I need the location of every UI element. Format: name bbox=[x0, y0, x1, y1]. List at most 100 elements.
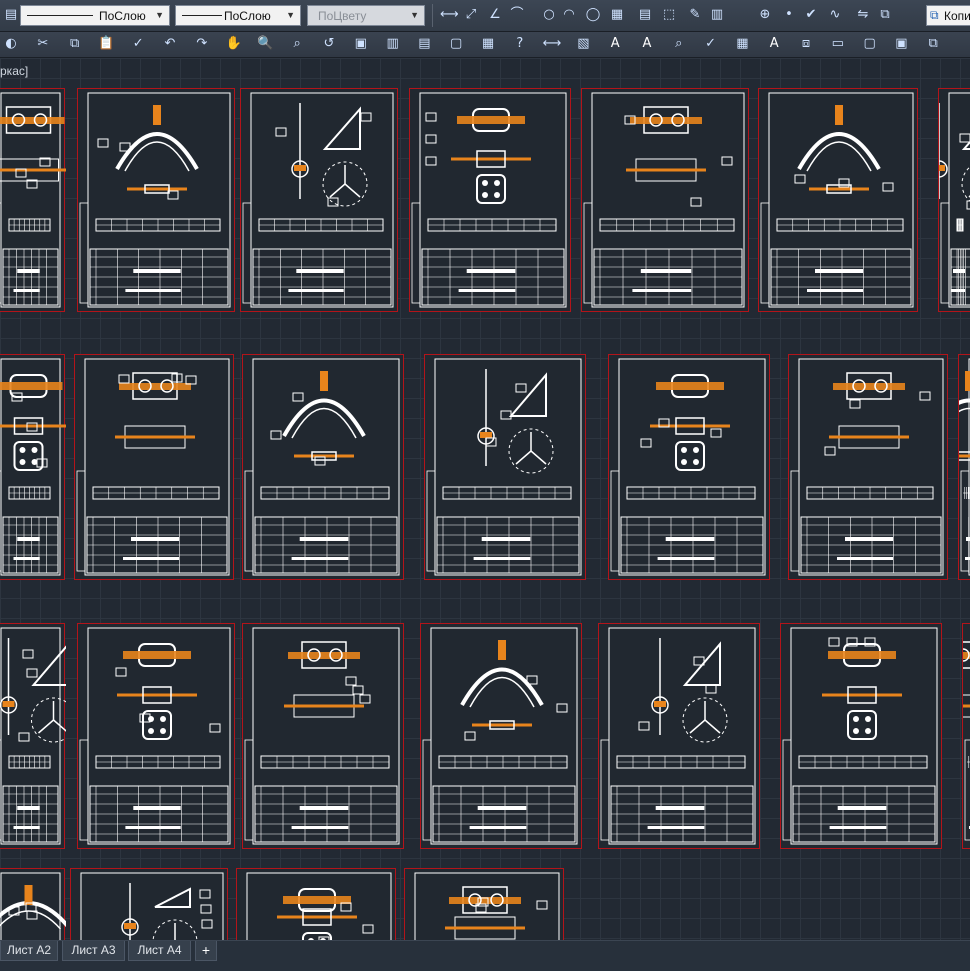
insert-icon[interactable]: ⊕ bbox=[756, 6, 774, 24]
zoom-previous-icon[interactable]: ↺ bbox=[320, 35, 338, 53]
add-layout-button[interactable]: + bbox=[195, 941, 217, 961]
drawing-sheet[interactable] bbox=[0, 868, 66, 940]
drawing-sheet[interactable] bbox=[70, 868, 228, 940]
text-style-icon[interactable]: A bbox=[765, 35, 783, 53]
text-icon[interactable]: A bbox=[606, 35, 624, 53]
drawing-sheet[interactable] bbox=[409, 88, 571, 312]
attribute-icon[interactable]: ✎ bbox=[686, 6, 704, 24]
check-icon[interactable]: ✔ bbox=[802, 6, 820, 24]
zoom-window-icon[interactable]: ⌕ bbox=[288, 35, 306, 53]
sheet-set-icon[interactable]: ▢ bbox=[447, 35, 465, 53]
table-style-icon[interactable]: ▦ bbox=[733, 35, 751, 53]
drawing-sheet[interactable] bbox=[581, 88, 749, 312]
drawing-sheet[interactable] bbox=[424, 354, 586, 580]
lineweight-icon[interactable]: ▤ bbox=[2, 6, 20, 24]
paste-icon[interactable]: 📋 bbox=[97, 35, 115, 53]
calculator-icon[interactable]: ▦ bbox=[479, 35, 497, 53]
table-icon[interactable]: ▤ bbox=[636, 6, 654, 24]
drawing-sheet[interactable] bbox=[242, 623, 404, 849]
circle-icon[interactable]: ○ bbox=[540, 6, 558, 24]
drawing-sheet[interactable] bbox=[938, 88, 970, 312]
linetype-dropdown[interactable]: ПоСлою ▼ bbox=[20, 5, 170, 26]
copy-button[interactable]: ⧉ Копи bbox=[926, 5, 970, 26]
properties-icon[interactable]: ▣ bbox=[352, 35, 370, 53]
help-icon[interactable]: ? bbox=[511, 35, 529, 53]
drawing-sheet[interactable] bbox=[780, 623, 942, 849]
drawing-sheet[interactable] bbox=[242, 354, 404, 580]
drawing-sheet[interactable] bbox=[0, 623, 66, 849]
drawing-sheet[interactable] bbox=[236, 868, 396, 940]
grid-icon[interactable]: ▥ bbox=[708, 6, 726, 24]
dim-angular-icon[interactable]: ∠ bbox=[486, 6, 504, 24]
spell-icon[interactable]: ✓ bbox=[702, 35, 720, 53]
block-icon[interactable]: ⧈ bbox=[797, 35, 815, 53]
pan-icon[interactable]: ✋ bbox=[225, 35, 243, 53]
block-icon[interactable]: ⬚ bbox=[660, 6, 678, 24]
dim-aligned-icon[interactable]: ⤢ bbox=[462, 6, 480, 24]
hatch-icon[interactable]: ▦ bbox=[608, 6, 626, 24]
sheet-drawing bbox=[79, 92, 231, 308]
measure-icon[interactable]: ⟷ bbox=[543, 35, 562, 53]
sheet-drawing bbox=[600, 627, 756, 845]
drawing-sheet[interactable] bbox=[74, 354, 234, 580]
spline-icon[interactable]: ∿ bbox=[826, 6, 844, 24]
tool-palettes-icon[interactable]: ▤ bbox=[415, 35, 433, 53]
mtext-icon[interactable]: A bbox=[638, 35, 656, 53]
undo-icon[interactable]: ↶ bbox=[161, 35, 179, 53]
match-properties-icon[interactable]: ✓ bbox=[129, 35, 147, 53]
chevron-down-icon: ▼ bbox=[286, 10, 295, 20]
chevron-down-icon: ▼ bbox=[410, 10, 419, 20]
drawing-sheet[interactable] bbox=[958, 354, 970, 580]
drawing-sheet[interactable] bbox=[77, 623, 235, 849]
sheet-drawing bbox=[79, 627, 231, 845]
drawing-sheet[interactable] bbox=[608, 354, 770, 580]
multiview-icon[interactable]: ▣ bbox=[892, 35, 910, 53]
sheet-drawing bbox=[242, 92, 394, 308]
tab-list-a2[interactable]: Лист А2 bbox=[0, 941, 58, 961]
plotstyle-dropdown[interactable]: ПоЦвету ▼ bbox=[307, 5, 425, 26]
drawing-sheet[interactable] bbox=[788, 354, 948, 580]
drawing-sheet[interactable] bbox=[404, 868, 564, 940]
tab-list-a3[interactable]: Лист А3 bbox=[62, 941, 125, 961]
sheet-drawing bbox=[80, 872, 224, 940]
viewport-icon[interactable]: ▢ bbox=[861, 35, 879, 53]
copy-icon[interactable]: ⧉ bbox=[876, 6, 894, 24]
properties-toolbar: ▤ ПоСлою ▼ ПоСлою ▼ ПоЦвету ▼ ⟷ ⤢ ∠ ⌒ ○ ◠ ◯ ▦ ▤ ⬚… bbox=[0, 0, 970, 32]
layer-icon[interactable]: ▧ bbox=[574, 35, 592, 53]
publish-icon[interactable]: ⧉ bbox=[924, 35, 942, 53]
sheet-drawing bbox=[782, 627, 938, 845]
drawing-sheet[interactable] bbox=[758, 88, 918, 312]
point-icon[interactable]: • bbox=[780, 6, 798, 24]
drawing-sheet[interactable] bbox=[962, 623, 970, 849]
drawing-sheet[interactable] bbox=[0, 88, 66, 312]
mirror-icon[interactable]: ⇋ bbox=[854, 6, 872, 24]
sheet-drawing bbox=[0, 872, 66, 940]
tab-list-a4[interactable]: Лист А4 bbox=[128, 941, 191, 961]
arc-icon[interactable]: ◠ bbox=[560, 6, 578, 24]
cut-icon[interactable]: ✂ bbox=[34, 35, 52, 53]
drawing-sheet[interactable] bbox=[598, 623, 760, 849]
dim-arc-icon[interactable]: ⌒ bbox=[508, 6, 526, 24]
drawing-sheet[interactable] bbox=[77, 88, 235, 312]
sheet-drawing bbox=[939, 92, 970, 308]
sheet-drawing bbox=[0, 92, 66, 308]
zoom-icon[interactable]: 🔍 bbox=[256, 35, 274, 53]
drawing-sheet[interactable] bbox=[0, 354, 66, 580]
sheet-drawing bbox=[0, 627, 66, 845]
model-space-canvas[interactable]: ркас] bbox=[0, 58, 970, 940]
layout-icon[interactable]: ▭ bbox=[829, 35, 847, 53]
drawing-sheet[interactable] bbox=[240, 88, 398, 312]
sheet-drawing bbox=[0, 358, 66, 576]
sheet-drawing bbox=[583, 92, 745, 308]
tab-label: Лист А3 bbox=[71, 943, 116, 957]
find-icon[interactable]: ⌕ bbox=[670, 35, 688, 53]
sheet-drawing bbox=[246, 872, 392, 940]
ellipse-icon[interactable]: ◯ bbox=[584, 6, 602, 24]
save-icon[interactable]: ◐ bbox=[2, 35, 20, 53]
lineweight-dropdown[interactable]: ПоСлою ▼ bbox=[175, 5, 301, 26]
design-center-icon[interactable]: ▥ bbox=[384, 35, 402, 53]
redo-icon[interactable]: ↷ bbox=[193, 35, 211, 53]
copy-icon[interactable]: ⧉ bbox=[66, 35, 84, 53]
drawing-sheet[interactable] bbox=[420, 623, 582, 849]
dim-linear-icon[interactable]: ⟷ bbox=[440, 6, 459, 24]
